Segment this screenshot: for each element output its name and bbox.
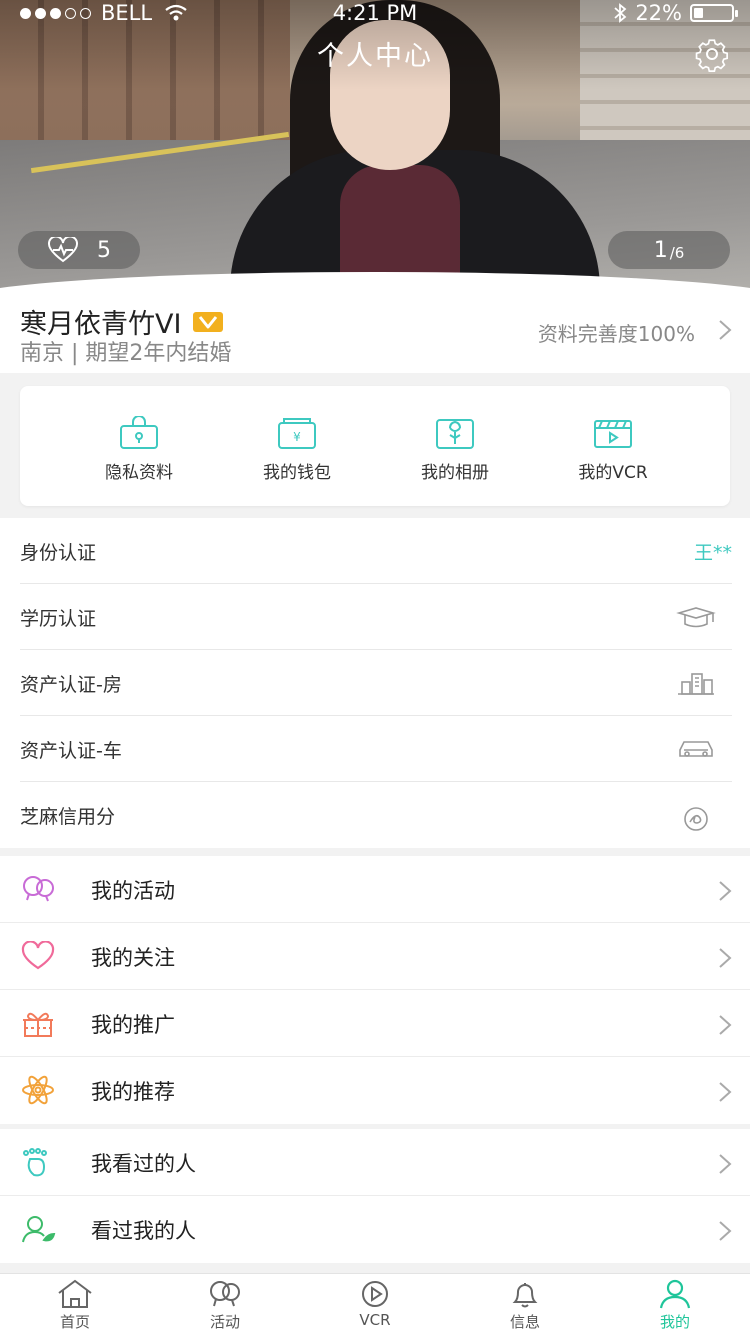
verify-car[interactable]: 资产认证-车 [20, 716, 732, 782]
tab-activities[interactable]: 活动 [150, 1274, 300, 1334]
battery-percent: 22% [635, 1, 682, 25]
building-icon [678, 673, 714, 695]
activity-bubbles-icon [23, 876, 54, 902]
quick-label: 我的VCR [578, 463, 648, 483]
quick-label: 我的钱包 [263, 463, 331, 483]
bottom-tab-bar: 首页 活动 VCR 信息 我的 [0, 1273, 750, 1334]
vip-badge-icon [193, 311, 224, 332]
gift-icon [23, 1012, 53, 1037]
activity-icon [210, 1281, 240, 1307]
quick-actions: 隐私资料 ¥ 我的钱包 我的相册 我的VCR [20, 386, 730, 506]
tab-label: 活动 [209, 1313, 240, 1331]
chevron-right-icon [719, 1221, 732, 1241]
lock-icon [120, 416, 158, 449]
heart-pulse-icon [48, 237, 78, 263]
chevron-right-icon [719, 1154, 732, 1174]
menu-my-follows[interactable]: 我的关注 [0, 923, 750, 990]
verify-education[interactable]: 学历认证 [20, 584, 732, 650]
verify-label: 资产认证-车 [20, 740, 122, 762]
menu-label: 我看过的人 [91, 1152, 196, 1176]
menu-people-viewed-me[interactable]: 看过我的人 [0, 1196, 750, 1263]
heart-icon [21, 941, 55, 970]
verify-identity-value: 王** [693, 542, 732, 564]
quick-wallet[interactable]: ¥ 我的钱包 [218, 386, 376, 506]
tab-label: 首页 [59, 1313, 90, 1331]
menu-label: 我的推荐 [91, 1080, 175, 1104]
menu-my-recommendation[interactable]: 我的推荐 [0, 1057, 750, 1124]
footprint-icon [23, 1148, 47, 1177]
status-bar: BELL 4:21 PM 22% [0, 0, 750, 26]
sesame-credit-icon [684, 807, 708, 831]
verify-identity[interactable]: 身份认证 王** [20, 518, 732, 584]
verify-house[interactable]: 资产认证-房 [20, 650, 732, 716]
home-icon [58, 1279, 92, 1308]
photo-pager: 1/6 [608, 231, 730, 269]
profile-summary[interactable]: 寒月依青竹VI 南京 | 期望2年内结婚 资料完善度100% [0, 290, 750, 373]
svg-text:¥: ¥ [293, 430, 301, 444]
verify-sesame-credit[interactable]: 芝麻信用分 [20, 782, 732, 848]
quick-label: 我的相册 [421, 463, 489, 483]
menu-label: 我的关注 [91, 946, 175, 970]
graduation-cap-icon [676, 607, 716, 628]
chevron-right-icon [719, 320, 732, 340]
likes-counter[interactable]: 5 [18, 231, 140, 269]
car-icon [679, 741, 713, 757]
quick-privacy[interactable]: 隐私资料 [60, 386, 218, 506]
verification-list: 身份认证 王** 学历认证 资产认证-房 资产认证-车 芝麻信用分 [0, 518, 750, 848]
menu-my-activities[interactable]: 我的活动 [0, 856, 750, 923]
tab-vcr[interactable]: VCR [300, 1274, 450, 1334]
verify-label: 资产认证-房 [20, 674, 122, 696]
menu-label: 看过我的人 [91, 1219, 196, 1243]
menu-group-activities: 我的活动 我的关注 我的推广 我的推荐 [0, 856, 750, 1124]
tab-label: 信息 [509, 1313, 540, 1331]
profile-completeness[interactable]: 资料完善度100% [538, 318, 695, 347]
menu-group-visitors: 我看过的人 看过我的人 [0, 1129, 750, 1263]
photo-index: 1 [653, 237, 668, 263]
settings-gear-icon[interactable] [694, 36, 730, 72]
play-icon [362, 1281, 388, 1307]
visitor-icon [22, 1216, 56, 1243]
chevron-right-icon [719, 1082, 732, 1102]
tab-label: VCR [359, 1311, 391, 1329]
page-title: 个人中心 [317, 41, 433, 72]
likes-count: 5 [97, 237, 111, 263]
quick-vcr[interactable]: 我的VCR [534, 386, 692, 506]
bell-icon [512, 1283, 538, 1308]
tab-label: 我的 [659, 1313, 690, 1331]
verify-label: 芝麻信用分 [20, 806, 116, 828]
menu-my-promotion[interactable]: 我的推广 [0, 990, 750, 1057]
menu-people-i-viewed[interactable]: 我看过的人 [0, 1129, 750, 1196]
user-location-goal: 南京 | 期望2年内结婚 [20, 341, 232, 366]
quick-label: 隐私资料 [105, 463, 173, 483]
verify-label: 身份认证 [20, 542, 97, 564]
battery-icon [690, 4, 738, 22]
verify-label: 学历认证 [20, 608, 97, 630]
photo-total: /6 [669, 244, 685, 262]
wallet-icon: ¥ [278, 418, 316, 449]
chevron-right-icon [719, 948, 732, 968]
chevron-right-icon [719, 881, 732, 901]
tab-mine[interactable]: 我的 [600, 1274, 750, 1334]
film-icon [594, 420, 632, 448]
album-icon [436, 419, 474, 449]
bluetooth-icon [614, 3, 627, 23]
tab-home[interactable]: 首页 [0, 1274, 150, 1334]
chevron-right-icon [719, 1015, 732, 1035]
quick-album[interactable]: 我的相册 [376, 386, 534, 506]
menu-label: 我的推广 [91, 1013, 175, 1037]
flower-icon [22, 1075, 54, 1105]
tab-messages[interactable]: 信息 [450, 1274, 600, 1334]
person-icon [659, 1279, 691, 1309]
menu-label: 我的活动 [91, 879, 175, 903]
